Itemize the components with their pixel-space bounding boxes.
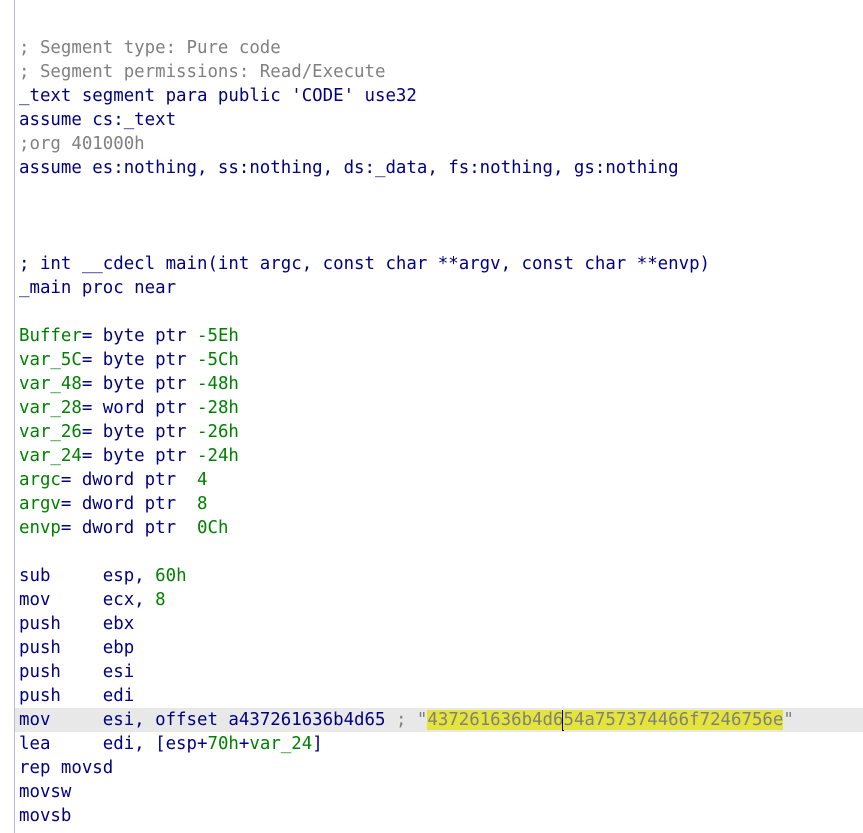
stack-var-offset: -5Ch: [197, 350, 239, 370]
stack-arg-name[interactable]: envp: [19, 518, 61, 538]
assume-cs-line[interactable]: assume cs:_text: [15, 108, 863, 132]
immediate-value[interactable]: 70h: [207, 734, 238, 754]
operand[interactable]: esi: [103, 662, 134, 682]
stack-var-def: = byte ptr: [81, 374, 197, 394]
instruction-line[interactable]: push ebp: [15, 636, 863, 660]
stack-var-name[interactable]: var_5C: [19, 350, 82, 370]
stack-var-line[interactable]: var_26= byte ptr -26h: [15, 420, 863, 444]
disassembly-listing[interactable]: ; Segment type: Pure code ; Segment perm…: [14, 0, 863, 833]
stack-var-def: = byte ptr: [81, 422, 197, 442]
instruction-line[interactable]: movsw: [15, 780, 863, 804]
immediate-value[interactable]: 8: [155, 590, 165, 610]
stack-var-offset: -28h: [197, 398, 239, 418]
stack-arg-name[interactable]: argv: [19, 494, 61, 514]
org-comment[interactable]: ;org 401000h: [15, 132, 863, 156]
instruction-line[interactable]: movsb: [15, 804, 863, 828]
stack-arg-def: = dword ptr: [60, 518, 198, 538]
string-comment-suffix: ": [783, 710, 794, 730]
stack-arg-def: = dword ptr: [60, 470, 198, 490]
mnemonic: sub: [19, 566, 103, 586]
mnemonic: rep movsd: [19, 758, 114, 778]
mnemonic: push: [19, 686, 103, 706]
mnemonic: movsw: [19, 782, 72, 802]
instruction-line[interactable]: mov ecx, 8: [15, 588, 863, 612]
stack-var-offset: -5Eh: [197, 326, 239, 346]
operand-plus: +: [238, 734, 250, 754]
immediate-value[interactable]: 60h: [155, 566, 186, 586]
segment-declaration[interactable]: _text segment para public 'CODE' use32: [15, 84, 863, 108]
mnemonic: push: [19, 638, 103, 658]
function-signature-comment[interactable]: ; int __cdecl main(int argc, const char …: [15, 252, 863, 276]
highlighted-string-part-2[interactable]: 54a757374466f7246756e: [563, 710, 784, 730]
segment-type-comment[interactable]: ; Segment type: Pure code: [15, 36, 863, 60]
stack-arg-line[interactable]: argc= dword ptr 4: [15, 468, 863, 492]
stack-var-line[interactable]: var_28= word ptr -28h: [15, 396, 863, 420]
stack-var-offset: -26h: [197, 422, 239, 442]
stack-arg-def: = dword ptr: [60, 494, 198, 514]
mnemonic: push: [19, 662, 103, 682]
stack-var-def: = byte ptr: [81, 350, 197, 370]
mnemonic: push: [19, 614, 103, 634]
operand[interactable]: edi: [103, 686, 134, 706]
stack-var-def: = byte ptr: [81, 446, 197, 466]
segment-permissions-comment[interactable]: ; Segment permissions: Read/Execute: [15, 60, 863, 84]
mnemonic: mov: [19, 590, 103, 610]
stack-var-name[interactable]: var_48: [19, 374, 82, 394]
stack-var-offset: -48h: [197, 374, 239, 394]
instruction-line[interactable]: lea edi, [esp+70h+var_24]: [15, 732, 863, 756]
instruction-line[interactable]: sub esp, 60h: [15, 564, 863, 588]
highlighted-string-part-1[interactable]: 437261636b4d6: [427, 710, 564, 730]
operand[interactable]: ecx,: [103, 590, 155, 610]
instruction-line[interactable]: rep movsd: [15, 756, 863, 780]
stack-var-offset: -24h: [197, 446, 239, 466]
operand[interactable]: esp,: [103, 566, 155, 586]
string-comment-prefix: ; ": [385, 710, 428, 730]
stack-var-line[interactable]: var_48= byte ptr -48h: [15, 372, 863, 396]
stack-var-name[interactable]: var_26: [19, 422, 82, 442]
stack-arg-line[interactable]: envp= dword ptr 0Ch: [15, 516, 863, 540]
operand-close: ]: [312, 734, 323, 754]
stack-arg-line[interactable]: argv= dword ptr 8: [15, 492, 863, 516]
stack-arg-offset: 4: [197, 470, 208, 490]
instruction-line[interactable]: push esi: [15, 660, 863, 684]
assume-segments-line[interactable]: assume es:nothing, ss:nothing, ds:_data,…: [15, 156, 863, 180]
stack-var-line[interactable]: var_24= byte ptr -24h: [15, 444, 863, 468]
operand[interactable]: ebx: [103, 614, 134, 634]
proc-declaration[interactable]: _main proc near: [15, 276, 863, 300]
mnemonic: movsb: [19, 806, 72, 826]
stack-arg-name[interactable]: argc: [19, 470, 61, 490]
stack-var-name[interactable]: var_28: [19, 398, 82, 418]
stack-arg-offset: 8: [197, 494, 208, 514]
instruction-line[interactable]: push edi: [15, 684, 863, 708]
stack-var-def: = byte ptr: [81, 326, 197, 346]
mnemonic: lea: [19, 734, 103, 754]
instruction-line[interactable]: push ebx: [15, 612, 863, 636]
stack-var-name[interactable]: Buffer: [19, 326, 82, 346]
stack-arg-offset: 0Ch: [197, 518, 229, 538]
operand[interactable]: ebp: [103, 638, 134, 658]
stack-var-line[interactable]: var_5C= byte ptr -5Ch: [15, 348, 863, 372]
current-instruction-line[interactable]: mov esi, offset a437261636b4d65 ; "43726…: [15, 708, 863, 732]
operand[interactable]: esi, offset a437261636b4d65: [103, 710, 386, 730]
stack-var-line[interactable]: Buffer= byte ptr -5Eh: [15, 324, 863, 348]
operand[interactable]: edi, [esp+: [103, 734, 208, 754]
mnemonic: mov: [19, 710, 103, 730]
stack-var-def: = word ptr: [81, 398, 197, 418]
stack-var-name[interactable]: var_24: [19, 446, 82, 466]
stack-var-reference[interactable]: var_24: [249, 734, 312, 754]
